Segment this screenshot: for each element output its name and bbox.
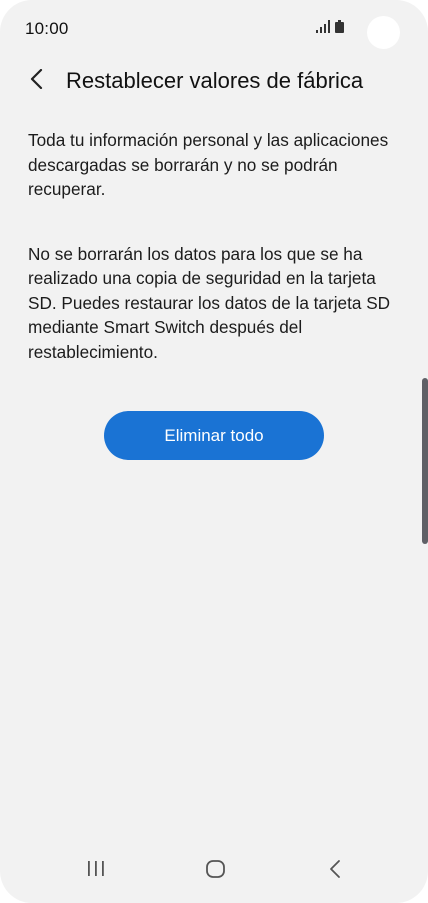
status-time: 10:00 <box>25 19 69 38</box>
home-icon <box>206 860 225 878</box>
back-nav-button[interactable] <box>306 843 366 903</box>
recent-apps-button[interactable] <box>66 843 126 903</box>
camera-cutout <box>367 16 400 49</box>
chevron-left-icon <box>30 69 43 89</box>
status-icons <box>313 18 353 38</box>
home-button[interactable] <box>185 843 245 903</box>
nav-bar <box>0 843 428 903</box>
scrollbar[interactable] <box>422 378 428 544</box>
back-icon <box>330 860 340 878</box>
phone-screen: 10:00 Restablecer valores de fábrica Tod… <box>0 0 428 903</box>
battery-icon <box>335 20 344 33</box>
page-title: Restablecer valores de fábrica <box>66 68 364 93</box>
back-button[interactable] <box>22 62 56 96</box>
recent-apps-icon <box>88 861 104 876</box>
status-bar: 10:00 <box>0 0 428 58</box>
signal-icon <box>316 20 330 33</box>
header: Restablecer valores de fábrica <box>0 58 428 106</box>
delete-all-button[interactable]: Eliminar todo <box>104 411 324 460</box>
sd-card-paragraph: No se borrarán los datos para los que se… <box>28 243 391 362</box>
info-paragraph: Toda tu información personal y las aplic… <box>28 130 389 199</box>
content: Toda tu información personal y las aplic… <box>28 128 398 364</box>
